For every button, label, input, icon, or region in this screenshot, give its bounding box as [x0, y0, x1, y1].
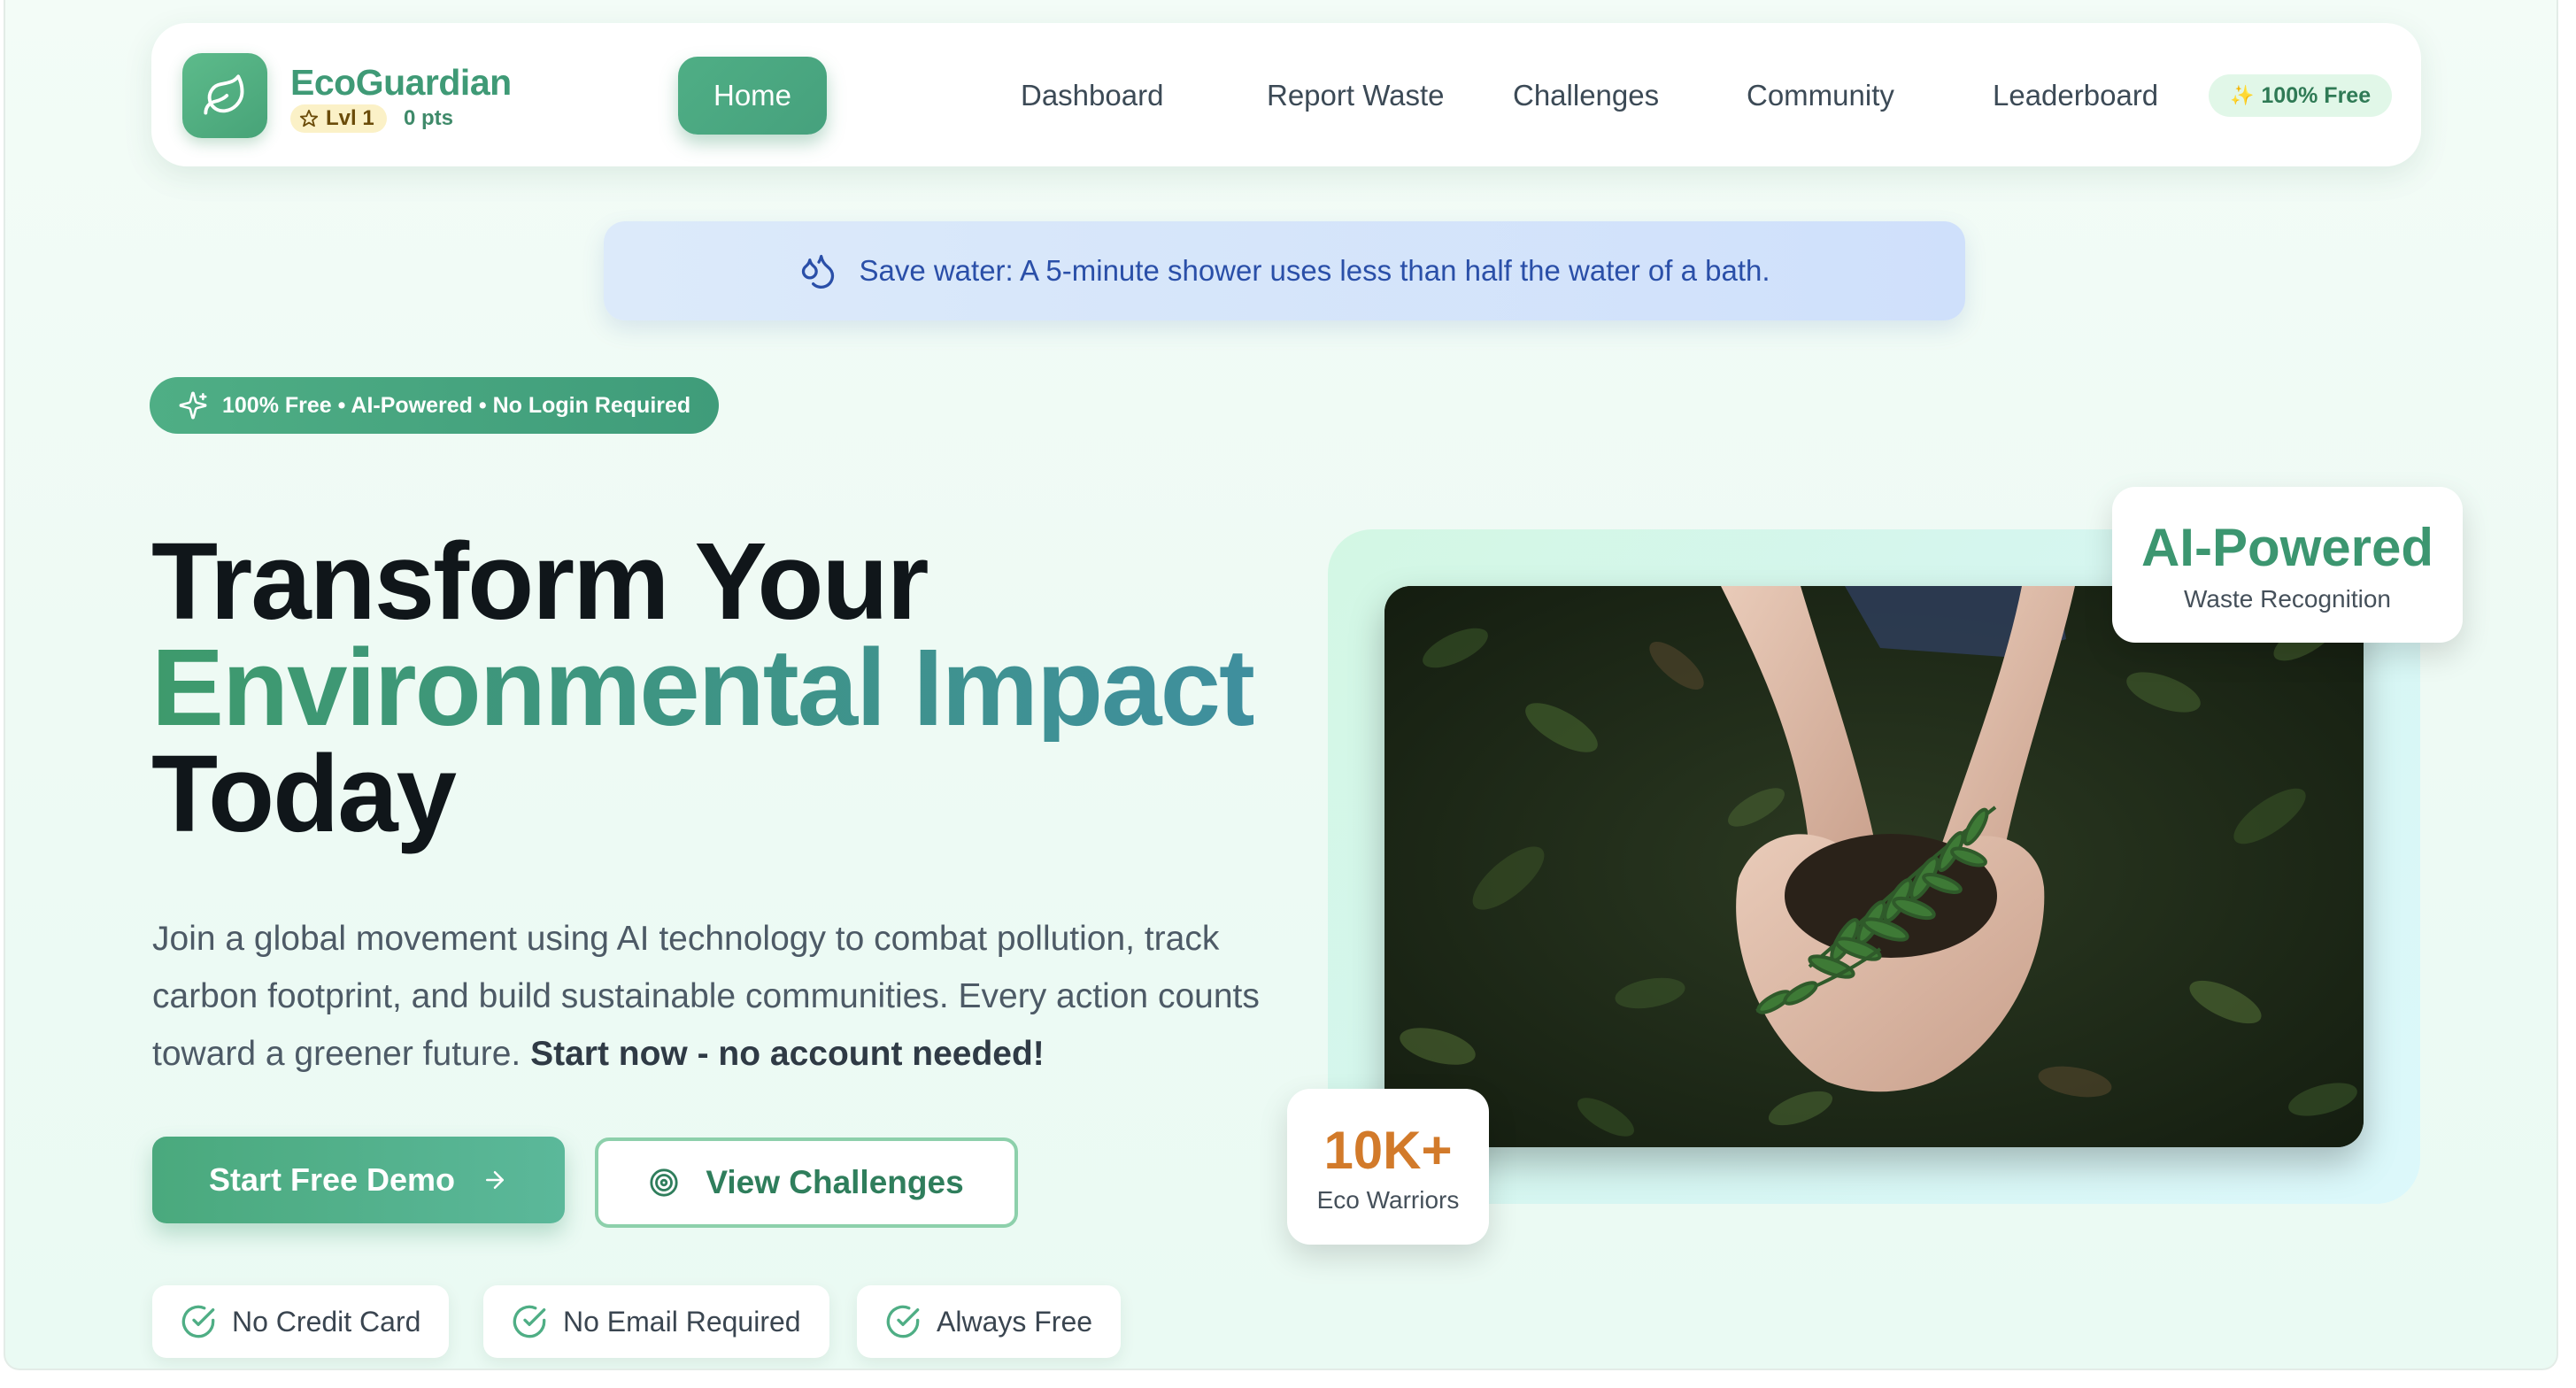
level-badge: Lvl 1 — [290, 104, 387, 133]
eco-warriors-label: Eco Warriors — [1316, 1185, 1460, 1214]
nav-leaderboard[interactable]: Leaderboard — [1957, 57, 2194, 135]
target-icon — [650, 1168, 678, 1197]
view-challenges-label: View Challenges — [706, 1164, 964, 1200]
hands-holding-plant-image — [1384, 586, 2364, 1147]
top-navbar: EcoGuardian Lvl 1 0 pts Home Dashboard R… — [151, 23, 2421, 166]
hero-title-line1: Transform Your — [151, 521, 929, 643]
eco-tip-text: Save water: A 5-minute shower uses less … — [859, 254, 1770, 287]
perk-always-free: Always Free — [857, 1285, 1122, 1358]
leaf-logo-icon[interactable] — [182, 53, 267, 138]
view-challenges-button[interactable]: View Challenges — [595, 1137, 1018, 1228]
nav-home[interactable]: Home — [678, 57, 827, 135]
droplets-icon — [802, 254, 835, 289]
free-badge: ✨ 100% Free — [2209, 74, 2393, 117]
level-label: Lvl 1 — [326, 106, 374, 130]
check-circle-icon — [513, 1305, 546, 1338]
nav-dashboard[interactable]: Dashboard — [985, 57, 1199, 135]
nav-challenges[interactable]: Challenges — [1477, 57, 1694, 135]
page: EcoGuardian Lvl 1 0 pts Home Dashboard R… — [4, 0, 2558, 1370]
perk-label: No Email Required — [563, 1305, 801, 1338]
nav-report-waste[interactable]: Report Waste — [1231, 57, 1480, 135]
sparkle-icon: ✨ — [2230, 84, 2255, 106]
hero-description: Join a global movement using AI technolo… — [152, 910, 1268, 1083]
perk-no-email: No Email Required — [483, 1285, 829, 1358]
check-circle-icon — [886, 1305, 920, 1338]
hero-description-cta: Start now - no account needed! — [530, 1035, 1045, 1073]
nav-community[interactable]: Community — [1711, 57, 1930, 135]
hero-badge-label: 100% Free • AI-Powered • No Login Requir… — [222, 392, 691, 418]
ai-card-subtitle: Waste Recognition — [2184, 584, 2391, 613]
hero-badge: 100% Free • AI-Powered • No Login Requir… — [150, 377, 720, 434]
hero-title-line3: Today — [151, 734, 457, 855]
check-circle-icon — [181, 1305, 215, 1338]
perk-no-credit-card: No Credit Card — [152, 1285, 450, 1358]
perk-label: No Credit Card — [232, 1305, 421, 1338]
arrow-right-icon — [486, 1171, 505, 1189]
ai-card-title: AI-Powered — [2140, 517, 2434, 577]
brand-name[interactable]: EcoGuardian — [290, 62, 512, 104]
eco-warriors-count: 10K+ — [1323, 1120, 1453, 1180]
hero-title: Transform Your Environmental Impact Toda… — [151, 521, 1255, 855]
star-icon — [299, 109, 319, 127]
points-label: 0 pts — [404, 106, 454, 130]
sparkles-icon — [179, 391, 207, 420]
eco-tip-banner: Save water: A 5-minute shower uses less … — [604, 221, 1965, 320]
free-badge-label: 100% Free — [2261, 82, 2372, 108]
eco-warriors-card: 10K+ Eco Warriors — [1287, 1089, 1489, 1245]
hero-photo — [1384, 586, 2364, 1147]
perk-label: Always Free — [937, 1305, 1093, 1338]
hero-title-line2: Environmental Impact — [151, 628, 1255, 749]
ai-powered-card: AI-Powered Waste Recognition — [2112, 487, 2463, 643]
start-free-demo-button[interactable]: Start Free Demo — [152, 1137, 565, 1223]
start-free-demo-label: Start Free Demo — [208, 1161, 456, 1198]
